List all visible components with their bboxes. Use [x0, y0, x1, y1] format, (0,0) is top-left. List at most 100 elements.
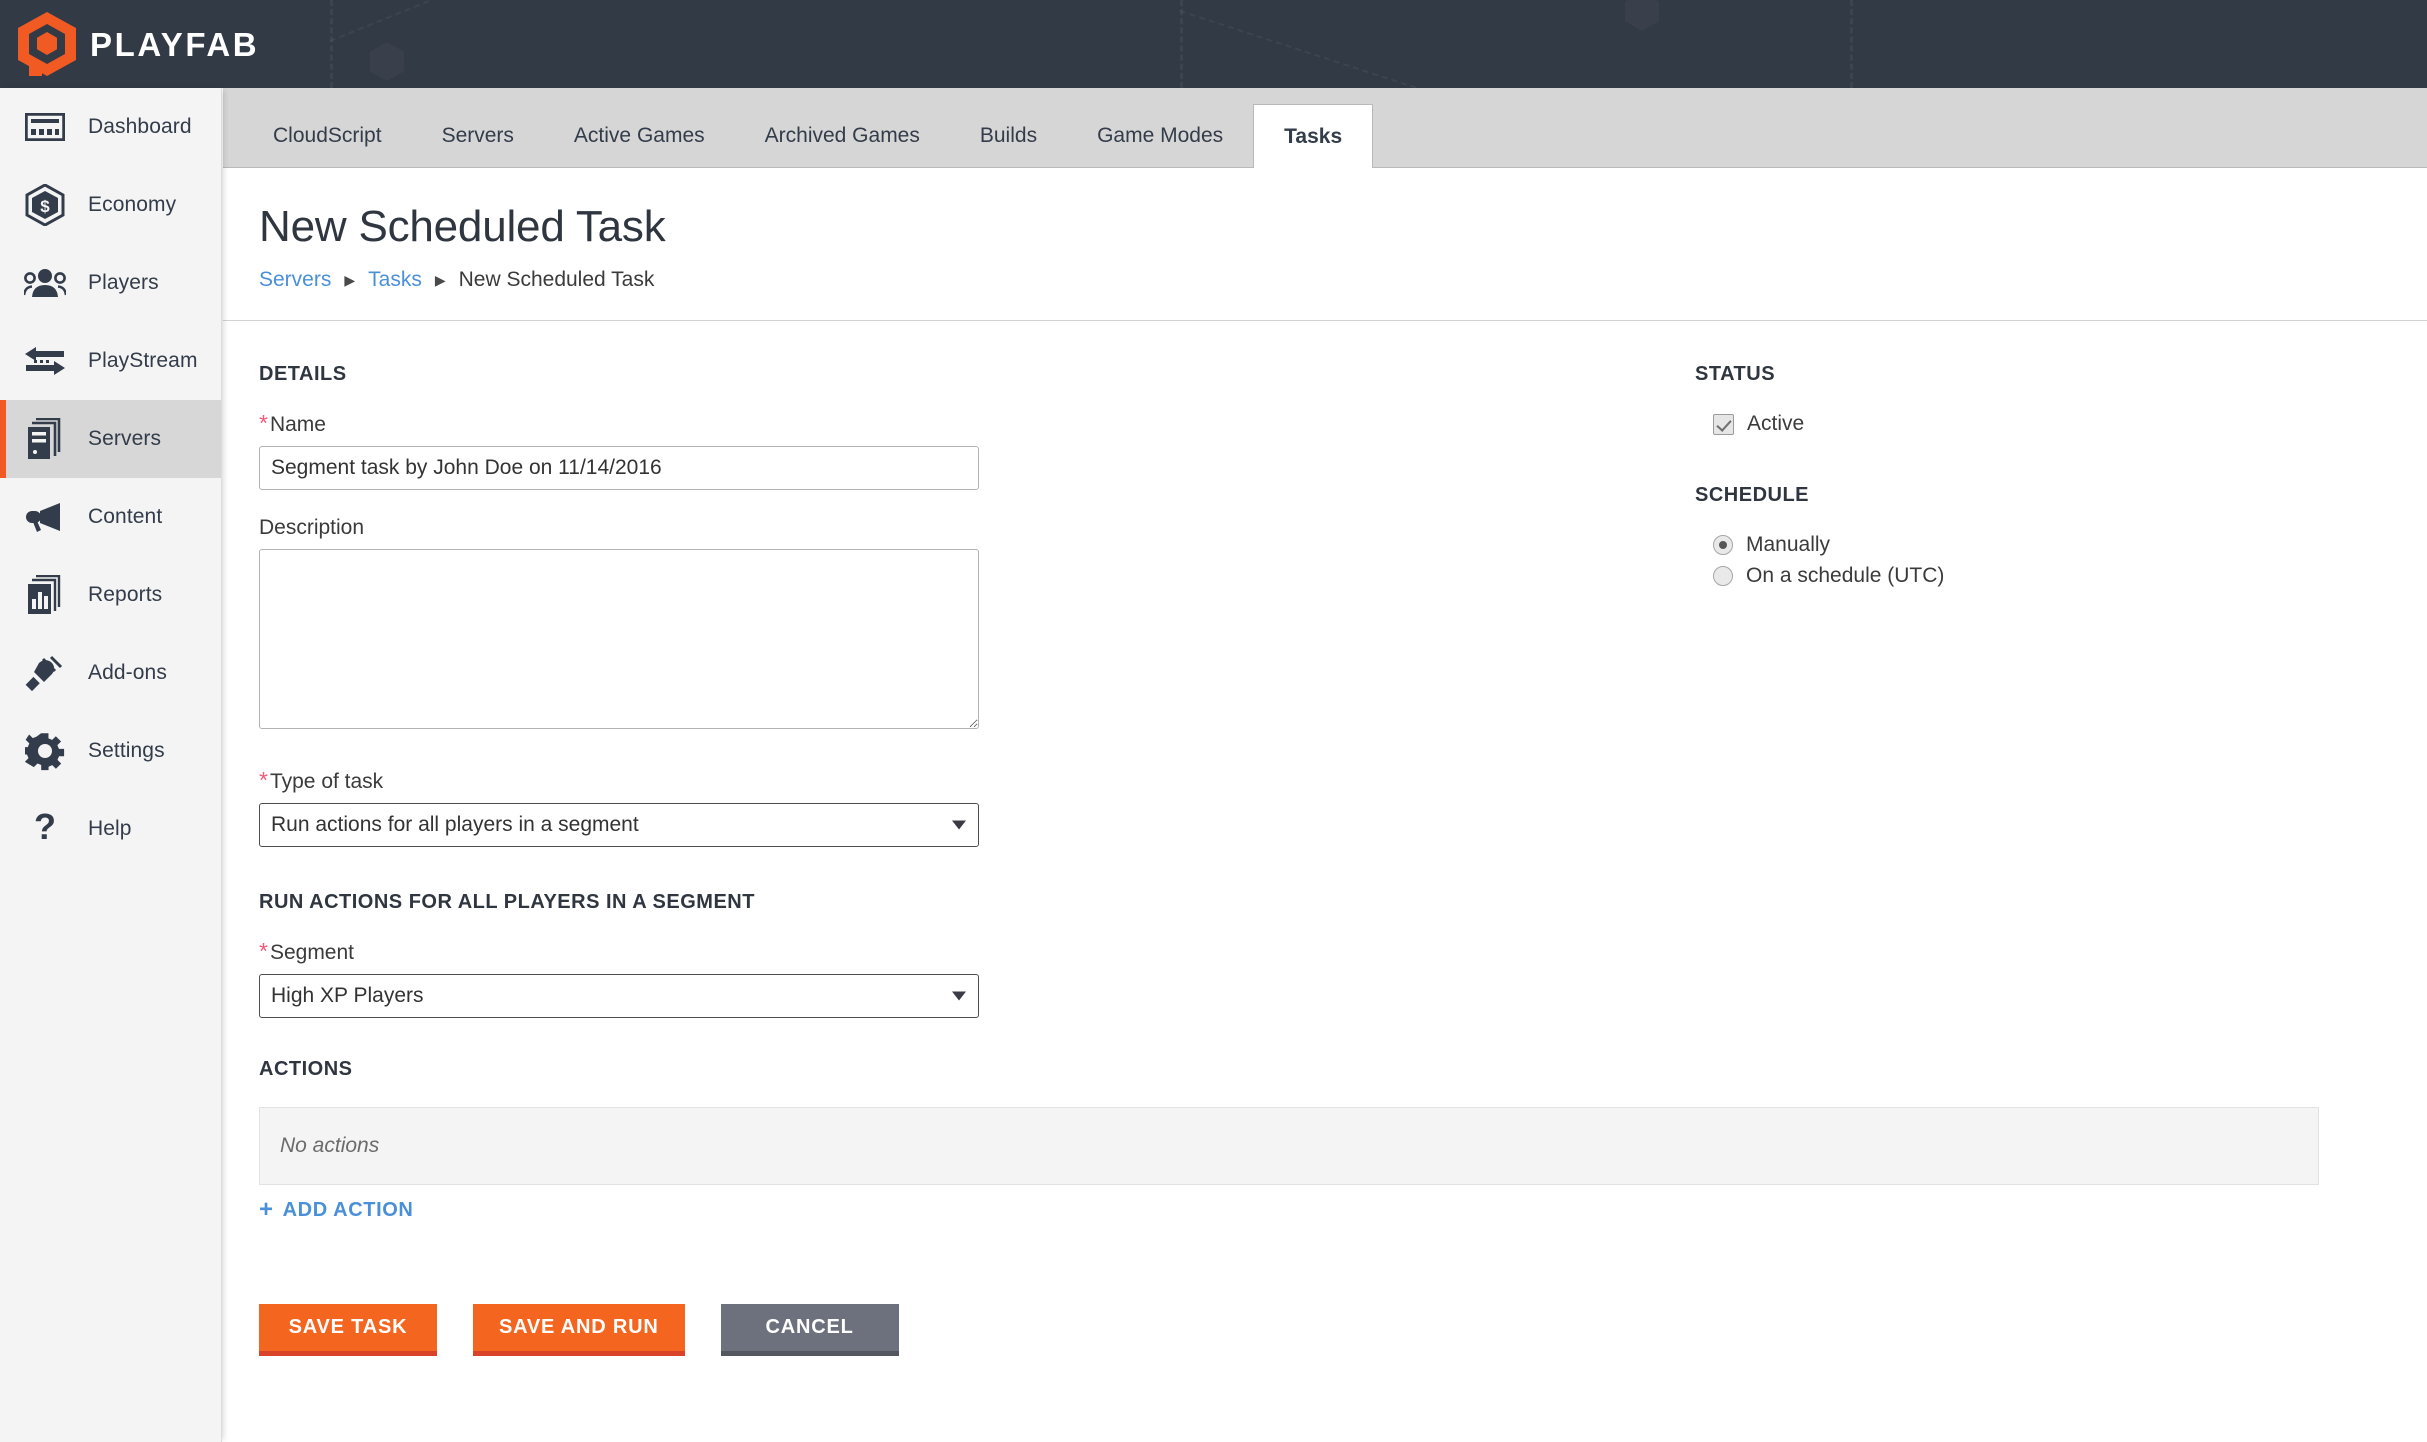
details-column: DETAILS * Name Description * Type of tas… [223, 321, 2319, 1416]
segment-label: * Segment [259, 940, 1673, 965]
sidebar-item-players[interactable]: Players [0, 244, 221, 322]
type-of-task-select-wrapper: Run actions for all players in a segment [259, 803, 979, 847]
sidebar-item-playstream[interactable]: PlayStream [0, 322, 221, 400]
type-of-task-label: * Type of task [259, 769, 1673, 794]
sidebar-item-servers[interactable]: Servers [0, 400, 221, 478]
tab-cloudscript[interactable]: CloudScript [243, 105, 412, 167]
sidebar-item-label: Add-ons [88, 661, 167, 684]
add-action-label: ADD ACTION [282, 1198, 414, 1221]
task-name-input[interactable] [259, 446, 979, 490]
save-and-run-button[interactable]: SAVE AND RUN [473, 1304, 685, 1356]
tab-game-modes[interactable]: Game Modes [1067, 105, 1253, 167]
settings-gear-icon [24, 730, 66, 772]
form-columns: DETAILS * Name Description * Type of tas… [223, 321, 2427, 1416]
breadcrumb-item-current: New Scheduled Task [458, 268, 655, 291]
description-label-text: Description [259, 516, 365, 539]
name-label-text: Name [269, 413, 326, 436]
sidebar-item-reports[interactable]: Reports [0, 556, 221, 634]
sidebar-item-help[interactable]: ? Help [0, 790, 221, 868]
breadcrumb-separator-icon: ▶ [344, 271, 356, 288]
sidebar-item-label: Economy [88, 193, 177, 216]
svg-text:$: $ [40, 197, 50, 216]
page-title: New Scheduled Task [259, 202, 666, 251]
main-content: New Scheduled Task Servers ▶ Tasks ▶ New… [223, 168, 2427, 1442]
sidebar-item-addons[interactable]: Add-ons [0, 634, 221, 712]
sidebar-item-dashboard[interactable]: Dashboard [0, 88, 221, 166]
addons-plug-icon [24, 652, 66, 694]
svg-text:?: ? [34, 809, 56, 847]
type-of-task-select[interactable]: Run actions for all players in a segment [259, 803, 979, 847]
breadcrumb: Servers ▶ Tasks ▶ New Scheduled Task [259, 268, 2391, 320]
plus-icon: + [259, 1196, 274, 1223]
sidebar-item-content[interactable]: Content [0, 478, 221, 556]
schedule-option-label: On a schedule (UTC) [1746, 564, 1945, 587]
segment-label-text: Segment [269, 941, 355, 964]
sidebar-item-economy[interactable]: $ Economy [0, 166, 221, 244]
schedule-section-title: SCHEDULE [1695, 484, 1810, 506]
actions-section: ACTIONS No actions + ADD ACTION [259, 1058, 2319, 1222]
segment-section-title: RUN ACTIONS FOR ALL PLAYERS IN A SEGMENT [259, 891, 755, 913]
section-tabs: CloudScript Servers Active Games Archive… [223, 88, 2427, 168]
breadcrumb-item-servers[interactable]: Servers [259, 268, 331, 292]
required-marker-icon: * [259, 410, 268, 436]
brand-name: PLAYFAB [90, 25, 260, 63]
active-checkbox-row[interactable]: Active [1713, 412, 2427, 436]
actions-empty-text: No actions [280, 1134, 380, 1157]
brand-logo[interactable]: PLAYFAB [18, 8, 259, 80]
header-decoration [0, 0, 2427, 88]
app-header: PLAYFAB [0, 0, 2427, 88]
details-section-title: DETAILS [259, 363, 347, 385]
tab-archived-games[interactable]: Archived Games [735, 105, 950, 167]
description-label: Description [259, 516, 1673, 540]
segment-field-group: * Segment High XP Players [259, 940, 1673, 1018]
tab-builds[interactable]: Builds [950, 105, 1067, 167]
sidebar-item-settings[interactable]: Settings [0, 712, 221, 790]
tab-tasks[interactable]: Tasks [1253, 104, 1374, 168]
type-of-task-field-group: * Type of task Run actions for all playe… [259, 769, 1673, 847]
sidebar-item-label: PlayStream [88, 349, 198, 372]
active-checkbox[interactable] [1713, 413, 1734, 435]
sidebar-nav: Dashboard $ Economy Players PlayStream S… [0, 88, 222, 1442]
name-label: * Name [259, 412, 1673, 437]
active-label: Active [1747, 412, 1805, 435]
segment-select[interactable]: High XP Players [259, 974, 979, 1018]
status-section-title: STATUS [1695, 363, 1776, 385]
tab-active-games[interactable]: Active Games [544, 105, 735, 167]
task-description-textarea[interactable] [259, 549, 979, 729]
tab-servers[interactable]: Servers [412, 105, 544, 167]
name-field-group: * Name [259, 412, 1673, 490]
economy-coin-icon: $ [24, 184, 66, 226]
servers-stack-icon [24, 418, 66, 460]
reports-chart-icon [24, 574, 66, 616]
schedule-radio-group: Manually On a schedule (UTC) [1695, 533, 2427, 588]
breadcrumb-item-tasks[interactable]: Tasks [368, 268, 422, 292]
sidebar-item-label: Settings [88, 739, 165, 762]
playfab-hexagon-logo-icon [18, 12, 76, 76]
form-actions: SAVE TASK SAVE AND RUN CANCEL [259, 1304, 1673, 1416]
playstream-arrows-icon [24, 340, 66, 382]
sidebar-item-label: Content [88, 505, 163, 528]
actions-section-title: ACTIONS [259, 1058, 353, 1080]
description-field-group: Description [259, 516, 1673, 729]
schedule-option-manually[interactable]: Manually [1713, 533, 2427, 557]
status-schedule-column: STATUS Active SCHEDULE Manually On a sch… [1673, 321, 2427, 1416]
sidebar-item-label: Players [88, 271, 159, 294]
sidebar-item-label: Servers [88, 427, 162, 450]
sidebar-item-label: Help [88, 817, 132, 840]
page-header: New Scheduled Task Servers ▶ Tasks ▶ New… [223, 168, 2427, 320]
save-task-button[interactable]: SAVE TASK [259, 1304, 437, 1356]
players-group-icon [24, 262, 66, 304]
breadcrumb-separator-icon: ▶ [434, 271, 446, 288]
content-megaphone-icon [24, 496, 66, 538]
segment-section: RUN ACTIONS FOR ALL PLAYERS IN A SEGMENT… [259, 891, 1673, 1018]
add-action-button[interactable]: + ADD ACTION [259, 1198, 1673, 1222]
dashboard-icon [24, 106, 66, 148]
segment-select-wrapper: High XP Players [259, 974, 979, 1018]
sidebar-item-label: Dashboard [88, 115, 192, 138]
cancel-button[interactable]: CANCEL [720, 1304, 899, 1356]
radio-manually[interactable] [1713, 535, 1733, 555]
schedule-option-on-a-schedule[interactable]: On a schedule (UTC) [1713, 564, 2427, 588]
schedule-option-label: Manually [1746, 533, 1831, 556]
required-marker-icon: * [259, 767, 268, 793]
radio-on-a-schedule[interactable] [1713, 566, 1733, 586]
